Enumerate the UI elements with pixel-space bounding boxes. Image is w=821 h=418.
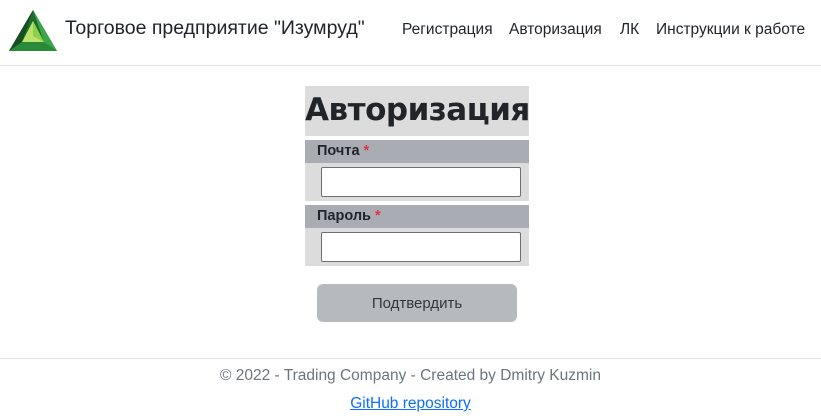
submit-button[interactable]: Подтвердить bbox=[317, 284, 517, 322]
login-form: Авторизация Почта * Пароль * bbox=[305, 86, 530, 266]
form-title-text: Авторизация bbox=[305, 92, 530, 128]
emerald-logo-icon[interactable] bbox=[8, 9, 58, 53]
password-field[interactable] bbox=[321, 232, 521, 262]
github-link[interactable]: GitHub repository bbox=[350, 395, 471, 412]
password-field-box bbox=[305, 228, 529, 266]
email-field[interactable] bbox=[321, 167, 521, 197]
nav-registration[interactable]: Регистрация bbox=[402, 21, 493, 39]
email-field-box bbox=[305, 163, 529, 201]
required-mark: * bbox=[374, 208, 381, 224]
header: Торговое предприятие "Изумруд" Регистрац… bbox=[0, 0, 821, 66]
nav-instructions[interactable]: Инструкции к работе bbox=[656, 21, 805, 39]
github-link-wrap: GitHub repository bbox=[0, 395, 821, 413]
required-mark: * bbox=[363, 143, 370, 159]
nav-login[interactable]: Авторизация bbox=[509, 21, 602, 39]
form-title: Авторизация bbox=[305, 86, 530, 136]
email-label: Почта * bbox=[305, 140, 529, 163]
footer: © 2022 - Trading Company - Created by Dm… bbox=[0, 358, 821, 418]
password-label: Пароль * bbox=[305, 205, 529, 228]
copyright-text: © 2022 - Trading Company - Created by Dm… bbox=[220, 367, 601, 384]
nav-account[interactable]: ЛК bbox=[620, 21, 639, 39]
brand-title[interactable]: Торговое предприятие "Изумруд" bbox=[65, 17, 365, 40]
password-label-text: Пароль bbox=[317, 208, 371, 224]
email-label-text: Почта bbox=[317, 143, 360, 159]
